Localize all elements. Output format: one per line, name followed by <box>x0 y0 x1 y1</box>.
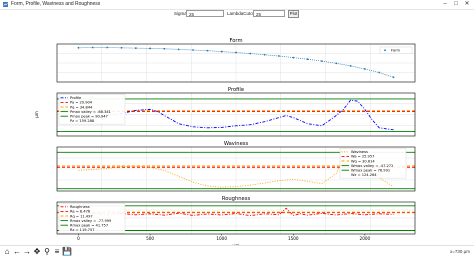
legend-label: Wmax peak = 76.991 <box>351 169 390 173</box>
legend-label: Ra = 8.476 <box>70 210 91 214</box>
parameter-bar: Sigma: 25 LambdaCutoff(mm): 25 Plot <box>0 9 474 19</box>
panel-title: Form <box>229 38 242 44</box>
figure-canvas[interactable]: FormFormProfileμmProfilePa = 29.904Pq = … <box>0 19 474 245</box>
window-title: Form, Profile, Waviness and Roughness <box>11 1 101 7</box>
forward-arrow-icon[interactable]: → <box>22 247 32 257</box>
zoom-icon[interactable]: ⚲ <box>42 247 52 257</box>
legend-label: Rq = 11.497 <box>70 214 93 218</box>
legend-label: Pmax peak = 90.947 <box>70 115 108 119</box>
legend-label: Roughness <box>70 205 90 209</box>
home-icon[interactable]: ⌂ <box>2 247 12 257</box>
app-icon <box>3 2 8 7</box>
panel-title: Profile <box>228 87 244 93</box>
x-tick-label: 1500 <box>288 236 299 241</box>
minimize-icon[interactable]: – <box>440 0 450 9</box>
maximize-icon[interactable]: □ <box>451 0 461 9</box>
sigma-input[interactable]: 25 <box>186 10 224 17</box>
legend-label: Wa = 25.957 <box>351 155 374 159</box>
y-axis-label: μm <box>34 111 39 118</box>
pan-icon[interactable]: ✥ <box>32 247 42 257</box>
legend-label: Rmax valley = -77.999 <box>70 219 112 223</box>
legend-label: Wq = 30.614 <box>351 159 375 163</box>
legend-label: Pq = 34.844 <box>70 105 93 109</box>
panel-title: Waviness <box>224 141 249 147</box>
navigation-toolbar: ⌂ ← → ✥ ⚲ ≡ 💾 x=730 μm <box>0 245 474 259</box>
x-tick-label: 1000 <box>216 236 227 241</box>
legend-label: Rmax peak = 41.757 <box>70 224 108 228</box>
lambda-cutoff-input[interactable]: 25 <box>253 10 285 17</box>
back-arrow-icon[interactable]: ← <box>12 247 22 257</box>
panel-title: Roughness <box>222 196 251 202</box>
legend-label: Profile <box>70 96 82 100</box>
save-icon[interactable]: 💾 <box>62 247 72 257</box>
legend-label: Wmax valley = -47.272 <box>351 164 393 168</box>
legend-label: Pz = 159.288 <box>70 119 95 123</box>
legend-label: Form <box>391 49 401 53</box>
legend-label: Waviness <box>351 150 368 154</box>
x-tick-label: 500 <box>146 236 154 241</box>
legend-label: Pmax valley = -68.341 <box>70 110 111 114</box>
close-icon[interactable]: ✕ <box>462 0 472 9</box>
legend-label: Pa = 29.904 <box>70 101 93 105</box>
configure-icon[interactable]: ≡ <box>52 247 62 257</box>
x-tick-label: 0 <box>77 236 80 241</box>
plot-button[interactable]: Plot <box>288 10 299 18</box>
legend-label: Wz = 124.264 <box>351 173 377 177</box>
x-tick-label: 2000 <box>360 236 371 241</box>
legend-label: Rz = 119.757 <box>70 228 95 232</box>
cursor-coordinates: x=730 μm <box>450 249 470 254</box>
legend-marker <box>384 49 386 52</box>
